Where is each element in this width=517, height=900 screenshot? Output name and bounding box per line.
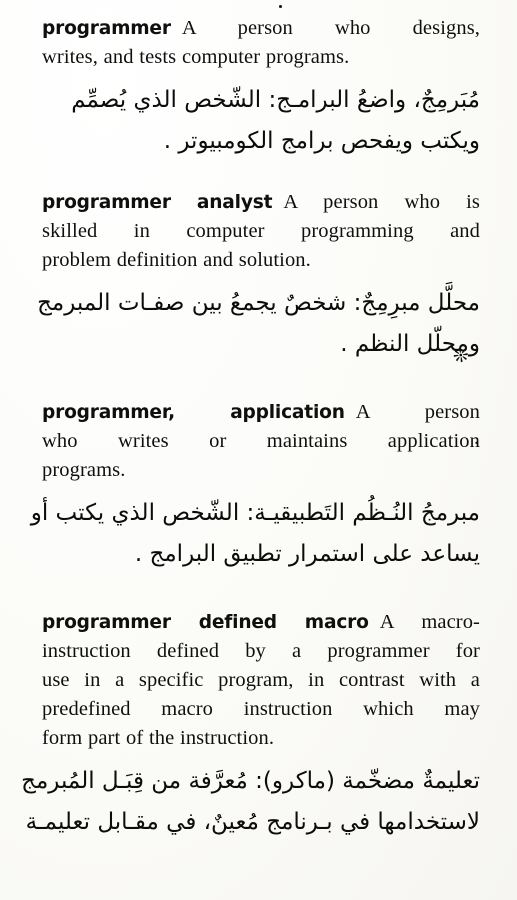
entry-headword: programmer defined macro [42,612,369,633]
entry-arabic: تعليمةٌ مضخّمة (ماكرو): مُعرَّفة من قِبَ… [21,761,480,843]
entry-arabic: مُبَرمِجٌ، واضعُ البرامـج: الشّخص الذي ي… [42,80,480,162]
english-definition-part: writes, and tests computer programs. [42,46,350,68]
english-line: instruction defined by a programmer for [42,637,480,666]
english-line: programmer, application A person [42,398,480,427]
dictionary-entry: programmer, application A person who writ… [30,398,480,575]
english-line: predefined macro instruction which may [42,695,480,724]
dictionary-entry: programmer analyst A person who is skille… [37,188,480,365]
english-definition-part: A person who is [283,191,480,213]
english-definition-part: predefined macro instruction which may [42,698,480,720]
dictionary-entry: programmer A person who designs, writes, … [42,14,480,162]
english-definition-part: use in a specific program, in contrast w… [42,669,480,691]
arabic-line: محلَّل مبرِمِجٌ: شخصٌ يجمعُ بين صفـات ال… [37,290,480,316]
ink-smudge: ❊ [451,344,471,369]
entry-arabic: مبرمجُ النُـظُم التَطبيقيـة: الشّخص الذي… [30,493,480,575]
arabic-line: لاستخدامها في بـرنامج مُعينٌ، في مقـابل … [25,809,480,835]
english-definition-part: A macro- [379,611,480,633]
entry-headword: programmer [42,18,171,39]
arabic-line: يساعد على استمرار تطبيق البرامج . [134,541,480,567]
entry-english: programmer defined macro A macro- instruc… [42,608,480,753]
english-line: programmer defined macro A macro- [42,608,480,637]
english-line: programmer A person who designs, [42,14,480,43]
arabic-line: تعليمةٌ مضخّمة (ماكرو): مُعرَّفة من قِبَ… [21,768,480,794]
arabic-line: ومحلّل النظم . [340,331,480,357]
english-definition-part: A person who designs, [181,17,480,39]
scan-speck [279,5,282,8]
english-definition-part: instruction defined by a programmer for [42,640,480,662]
english-line: programmer analyst A person who is [42,188,480,217]
dictionary-entry: programmer defined macro A macro- instruc… [21,608,480,843]
entry-arabic: محلَّل مبرِمِجٌ: شخصٌ يجمعُ بين صفـات ال… [37,283,480,365]
english-line: writes, and tests computer programs. [42,43,480,72]
arabic-line: مُبَرمِجٌ، واضعُ البرامـج: الشّخص الذي ي… [71,87,480,113]
english-definition-part: form part of the instruction. [42,727,275,749]
text-column: programmer A person who designs, writes, … [21,0,480,900]
english-line: problem definition and solution. [42,246,480,275]
arabic-line: ويكتب ويفحص برامج الكومبيوتر . [163,128,480,154]
english-line: programs. [42,456,480,485]
english-line: use in a specific program, in contrast w… [42,666,480,695]
entry-english: programmer, application A person who writ… [42,398,480,485]
english-line: who writes or maintains application [42,427,480,456]
english-line: skilled in computer programming and [42,217,480,246]
entry-headword: programmer analyst [42,192,273,213]
english-definition-part: skilled in computer programming and [42,220,480,242]
english-definition-part: problem definition and solution. [42,249,311,271]
stray-period: . [474,427,480,449]
english-definition-part: who writes or maintains application [42,430,480,452]
english-line: form part of the instruction. [42,724,480,753]
arabic-line: مبرمجُ النُـظُم التَطبيقيـة: الشّخص الذي… [30,500,480,526]
entry-headword: programmer, application [42,402,345,423]
english-definition-part: A person [355,401,480,423]
entry-english: programmer A person who designs, writes, … [42,14,480,72]
entry-english: programmer analyst A person who is skille… [42,188,480,275]
english-definition-part: programs. [42,459,126,481]
